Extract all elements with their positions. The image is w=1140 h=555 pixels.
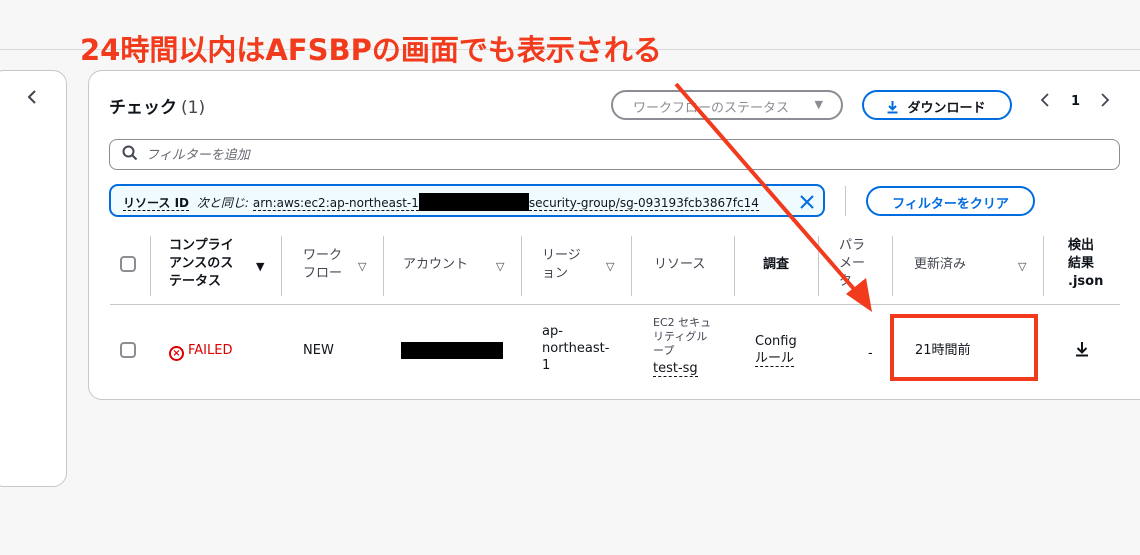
annotation-arrow — [674, 82, 872, 312]
